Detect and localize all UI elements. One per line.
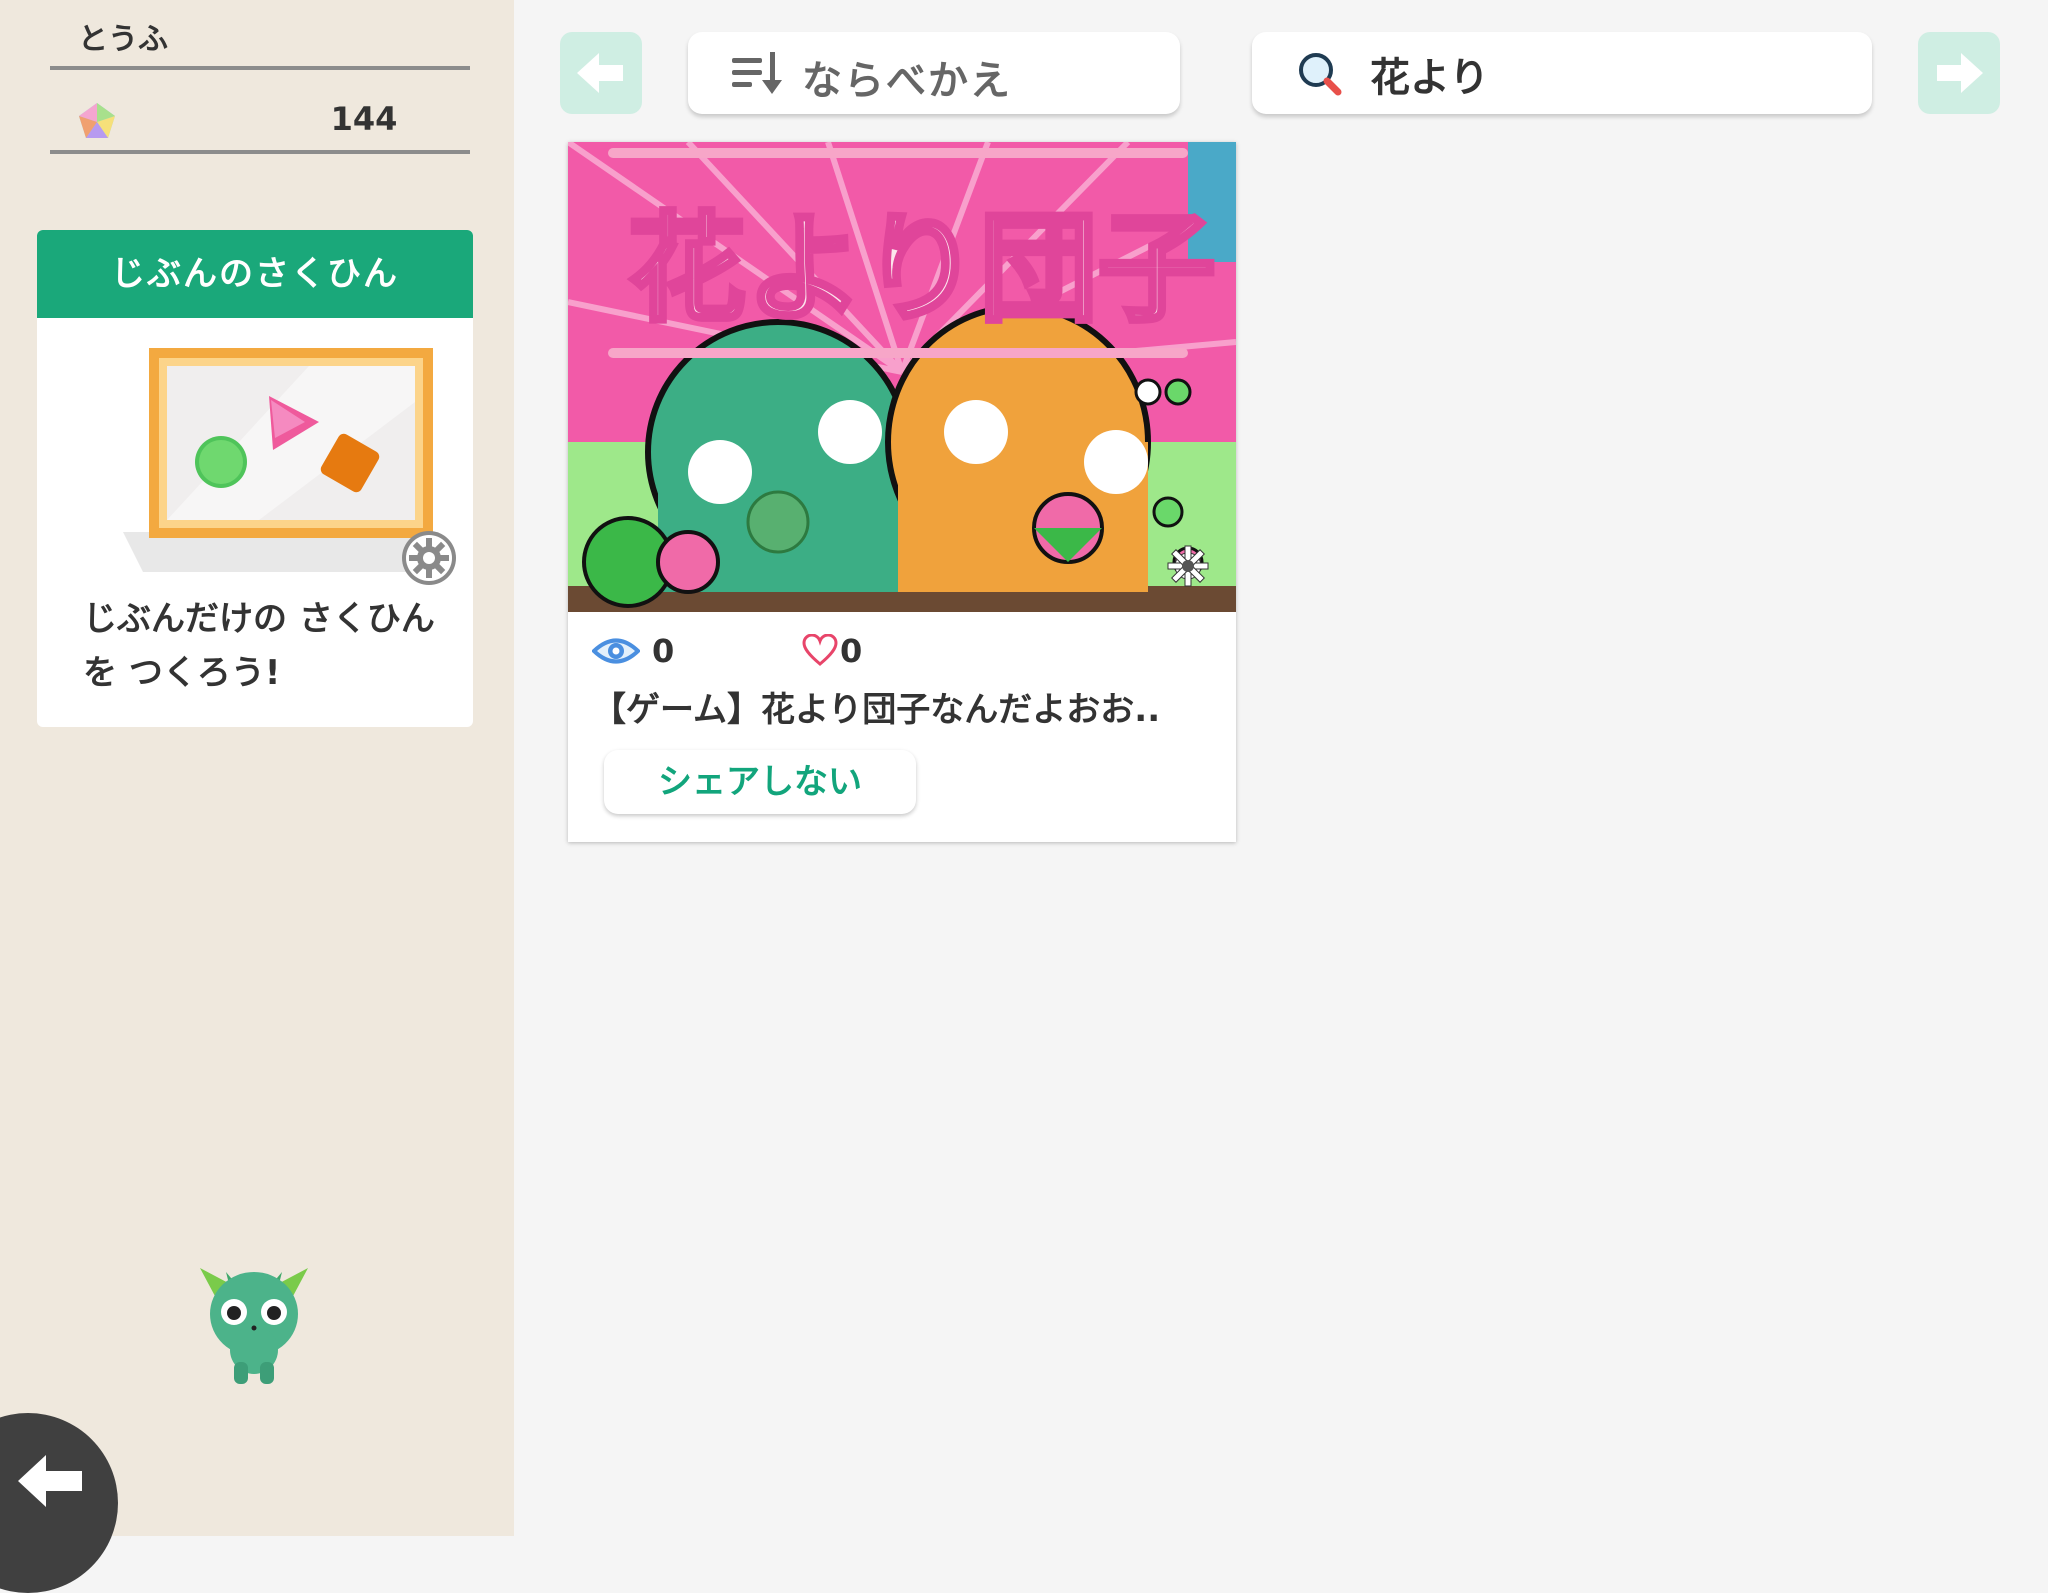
sidebar: とうふ 144 じぶんのさくひん じぶんだけの さくひんを つくろう! bbox=[0, 0, 514, 1593]
sort-button[interactable]: ならべかえ bbox=[688, 32, 1180, 114]
arrow-left-icon bbox=[577, 53, 623, 93]
sort-icon bbox=[732, 52, 782, 94]
mascot-character-icon bbox=[200, 1268, 308, 1384]
search-box[interactable] bbox=[1252, 32, 1872, 114]
search-input[interactable] bbox=[1368, 46, 1852, 102]
own-works-card[interactable]: じぶんのさくひん じぶんだけの さくひんを つくろう! bbox=[37, 230, 473, 727]
thumbnail-title: 花より団子 bbox=[628, 200, 1216, 338]
work-thumbnail[interactable]: 花より団子 bbox=[568, 142, 1236, 612]
heart-icon[interactable] bbox=[802, 634, 838, 666]
arrow-left-icon bbox=[18, 1455, 82, 1507]
picture-frame-icon bbox=[123, 348, 439, 572]
view-count: 0 bbox=[652, 632, 675, 670]
points-value: 144 bbox=[330, 100, 398, 138]
own-works-message: じぶんだけの さくひんを つくろう! bbox=[83, 599, 435, 693]
eye-icon bbox=[592, 638, 640, 664]
own-works-title: じぶんのさくひん bbox=[37, 230, 473, 318]
next-page-button[interactable] bbox=[1918, 32, 2000, 114]
rainbow-gem-icon bbox=[79, 103, 115, 138]
share-toggle-button[interactable]: シェアしない bbox=[604, 750, 916, 814]
divider bbox=[50, 66, 470, 70]
search-icon bbox=[1299, 53, 1342, 96]
arrow-right-icon bbox=[1937, 53, 1983, 93]
work-title: 【ゲーム】花より団子なんだよおお.. bbox=[592, 690, 1161, 730]
like-count: 0 bbox=[840, 632, 863, 670]
gear-icon[interactable] bbox=[401, 530, 457, 586]
work-card[interactable]: 花より団子 0 0 【ゲーム】花より団子なんだよおお.. シェアしない bbox=[568, 142, 1236, 842]
gear-icon[interactable] bbox=[1164, 542, 1212, 590]
user-name: とうふ bbox=[78, 22, 168, 57]
previous-page-button[interactable] bbox=[560, 32, 642, 114]
back-button[interactable] bbox=[0, 1413, 118, 1593]
sort-label: ならべかえ bbox=[802, 58, 1012, 104]
divider bbox=[50, 150, 470, 154]
